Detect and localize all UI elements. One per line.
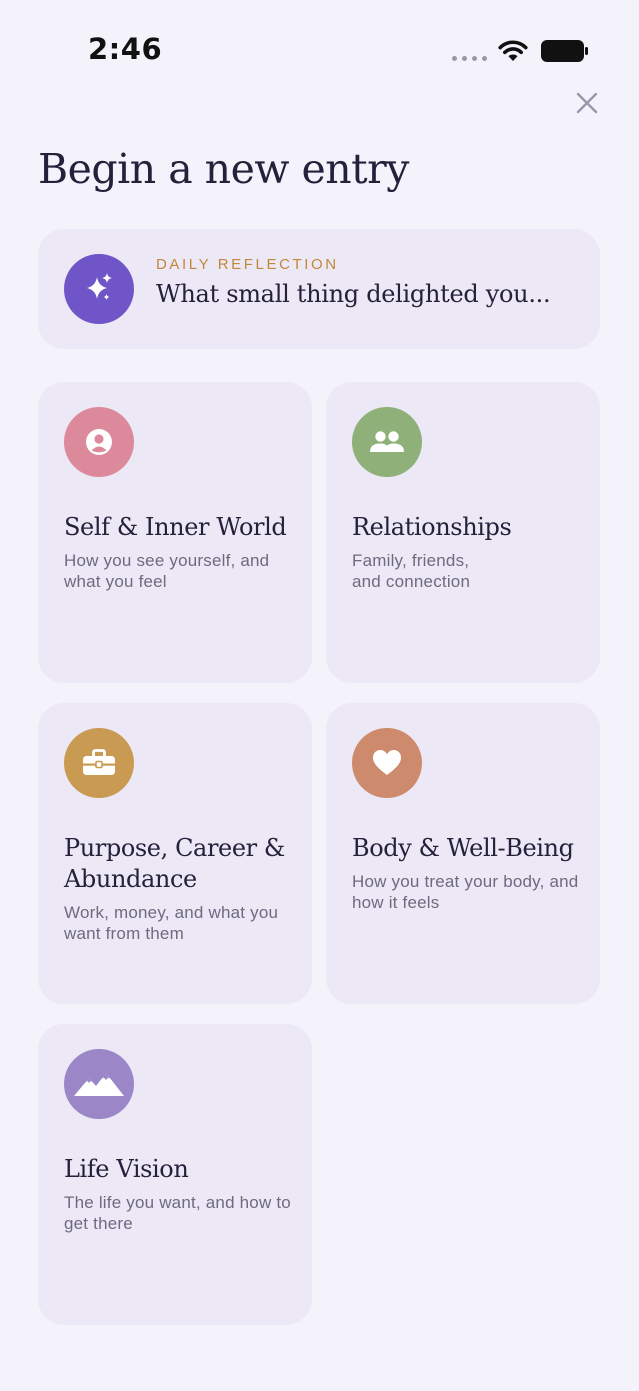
status-bar: 2:46 <box>0 0 639 100</box>
daily-reflection-prompt: What small thing delighted you... <box>156 280 551 308</box>
close-icon <box>576 92 598 114</box>
sparkles-icon <box>64 254 134 324</box>
close-button[interactable] <box>570 86 604 120</box>
person-icon <box>64 407 134 477</box>
cellular-signal-icon <box>452 56 487 61</box>
category-card-purpose-career-abundance[interactable]: Purpose, Career & Abundance Work, money,… <box>38 703 312 1004</box>
category-title: Self & Inner World <box>64 513 287 541</box>
category-card-relationships[interactable]: Relationships Family, friends, and conne… <box>326 382 600 683</box>
heart-icon <box>352 728 422 798</box>
category-card-self-inner-world[interactable]: Self & Inner World How you see yourself,… <box>38 382 312 683</box>
daily-reflection-card[interactable]: DAILY REFLECTION What small thing deligh… <box>38 229 600 349</box>
category-description: How you see yourself, and what you feel <box>64 551 270 591</box>
category-title: Purpose, Career & Abundance <box>64 834 285 893</box>
category-description: Work, money, and what you want from them <box>64 903 279 943</box>
category-title: Life Vision <box>64 1155 189 1183</box>
category-card-life-vision[interactable]: Life Vision The life you want, and how t… <box>38 1024 312 1325</box>
category-card-body-well-being[interactable]: Body & Well-Being How you treat your bod… <box>326 703 600 1004</box>
daily-reflection-label: DAILY REFLECTION <box>156 256 339 273</box>
page-title: Begin a new entry <box>38 145 409 193</box>
battery-icon <box>541 40 588 62</box>
people-icon <box>352 407 422 477</box>
category-description: The life you want, and how to get there <box>64 1193 291 1233</box>
mountains-icon <box>64 1049 134 1119</box>
category-description: Family, friends, and connection <box>352 551 471 591</box>
wifi-icon <box>498 40 528 61</box>
category-description: How you treat your body, and how it feel… <box>352 872 579 912</box>
status-time: 2:46 <box>88 32 163 66</box>
category-title: Relationships <box>352 513 512 541</box>
briefcase-icon <box>64 728 134 798</box>
category-title: Body & Well-Being <box>352 834 574 862</box>
